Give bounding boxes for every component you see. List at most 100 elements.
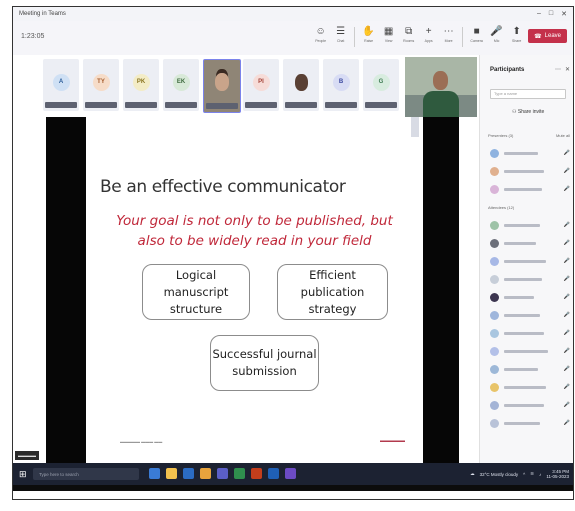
minimize-icon[interactable]: – (537, 10, 541, 18)
slide-logo: ▬▬▬▬▬ (380, 438, 405, 444)
avatar (490, 310, 499, 320)
attendees-header[interactable]: Attendees (12) (488, 205, 514, 210)
share-button[interactable]: ⬆ Share (508, 25, 525, 43)
participant-name (504, 277, 542, 281)
task-view-icon[interactable] (149, 468, 160, 479)
goal-line-1: Your goal is not only to be published, b… (116, 213, 393, 229)
window-title: Meeting in Teams (19, 11, 66, 17)
weather-icon[interactable]: ☁ (470, 471, 475, 477)
participant-row[interactable]: 🎤 (490, 237, 570, 249)
pinned-apps (149, 468, 296, 479)
rooms-label: Rooms (403, 39, 415, 43)
participant-row[interactable]: 🎤 (490, 327, 570, 339)
slide-scroll-tab[interactable] (411, 117, 419, 137)
participant-tile[interactable]: B (323, 59, 359, 111)
participant-tile[interactable]: EK (163, 59, 199, 111)
participant-name (504, 187, 542, 191)
mic-label: Mic (493, 39, 500, 43)
participant-row[interactable]: 🎤 (490, 165, 570, 177)
volume-icon[interactable]: ♪ (539, 472, 541, 477)
presenters-header[interactable]: Presenters (3) (488, 133, 513, 138)
participant-row[interactable]: 🎤 (490, 309, 570, 321)
presenter-video[interactable] (405, 57, 477, 117)
mic-icon: 🎤 (563, 222, 570, 228)
phone-icon: ☎ (534, 33, 542, 40)
people-button[interactable]: ☺ People (312, 25, 329, 43)
name-tag (125, 102, 157, 108)
mic-icon: 🎤 (563, 150, 570, 156)
wifi-icon[interactable]: ≋ (530, 471, 534, 477)
toolbar-separator (354, 27, 356, 47)
participant-row[interactable]: 🎤 (490, 345, 570, 357)
view-label: View (384, 39, 393, 43)
participant-photo-tile[interactable] (283, 59, 319, 111)
participant-tile[interactable]: G (363, 59, 399, 111)
close-icon[interactable]: ✕ (565, 66, 570, 73)
camera-label: Camera (470, 39, 483, 43)
participant-tile[interactable]: PI (243, 59, 279, 111)
chat-button[interactable]: ☰ Chat (332, 25, 349, 43)
participant-name (504, 331, 544, 335)
weather-text[interactable]: 32°C Mostly cloudy (480, 472, 519, 477)
camera-button[interactable]: ■ Camera (468, 25, 485, 43)
participant-tile[interactable]: A (43, 59, 79, 111)
view-button[interactable]: ▦ View (380, 25, 397, 43)
presenter-body (423, 91, 459, 117)
taskbar-clock[interactable]: 3:45 PM 11-05-2023 (546, 469, 569, 479)
participant-name (504, 223, 540, 227)
word-icon[interactable] (268, 468, 279, 479)
people-label: People (315, 39, 327, 43)
mic-button[interactable]: 🎤 Mic (488, 25, 505, 43)
taskbar-search-input[interactable]: Type here to search (33, 468, 139, 480)
participant-row[interactable]: 🎤 (490, 291, 570, 303)
more-button[interactable]: ⋯ More (440, 25, 457, 43)
meeting-toolbar: 1:23:05 ☺ People ☰ Chat ✋ Raise ▦ View ⧉… (13, 21, 573, 56)
mute-all-link[interactable]: Mute all (556, 133, 570, 138)
participant-search-input[interactable]: Type a name (490, 89, 566, 99)
close-icon[interactable]: ✕ (561, 10, 567, 18)
participant-row[interactable]: 🎤 (490, 273, 570, 285)
teams-icon[interactable] (217, 468, 228, 479)
participant-row[interactable]: 🎤 (490, 219, 570, 231)
participant-row[interactable]: 🎤 (490, 255, 570, 267)
panel-title: Participants (490, 67, 525, 73)
box-journal-submission: Successful journal submission (210, 335, 319, 391)
windows-start-icon[interactable]: ⊞ (19, 469, 27, 479)
app-icon[interactable] (285, 468, 296, 479)
participant-name (504, 169, 544, 173)
name-tag (45, 102, 77, 108)
rooms-button[interactable]: ⧉ Rooms (400, 25, 417, 43)
avatar (490, 274, 499, 284)
excel-icon[interactable] (234, 468, 245, 479)
presenter-head (433, 71, 448, 90)
participant-row[interactable]: 🎤 (490, 363, 570, 375)
participant-tile[interactable]: TY (83, 59, 119, 111)
rooms-icon: ⧉ (405, 26, 413, 37)
avatar: TY (92, 73, 110, 91)
mic-icon: 🎤 (563, 384, 570, 390)
file-explorer-icon[interactable] (166, 468, 177, 479)
share-invite-button[interactable]: ⚇ Share invite (512, 109, 544, 115)
leave-button[interactable]: ☎ Leave (528, 29, 567, 43)
raise-hand-button[interactable]: ✋ Raise (360, 25, 377, 43)
participant-row[interactable]: 🎤 (490, 417, 570, 429)
edge-icon[interactable] (183, 468, 194, 479)
participant-tile[interactable]: PK (123, 59, 159, 111)
participant-video-tile[interactable] (203, 59, 241, 113)
powerpoint-icon[interactable] (251, 468, 262, 479)
apps-button[interactable]: + Apps (420, 25, 437, 43)
chrome-icon[interactable] (200, 468, 211, 479)
participant-row[interactable]: 🎤 (490, 381, 570, 393)
participant-row[interactable]: 🎤 (490, 183, 570, 195)
share-label: Share (511, 39, 522, 43)
shared-slide: Be an effective communicator Your goal i… (86, 117, 423, 463)
tray-expand-icon[interactable]: ^ (523, 472, 525, 477)
panel-actions: ⋯ ✕ (555, 66, 570, 73)
presenter-name-tag: ▬▬▬▬ (15, 451, 39, 460)
more-icon[interactable]: ⋯ (555, 66, 561, 73)
windows-taskbar: ⊞ Type here to search ☁ 32°C Mostly clou… (13, 463, 573, 485)
maximize-icon[interactable]: □ (549, 10, 553, 18)
letterbox-right (423, 117, 459, 463)
participant-row[interactable]: 🎤 (490, 147, 570, 159)
participant-row[interactable]: 🎤 (490, 399, 570, 411)
